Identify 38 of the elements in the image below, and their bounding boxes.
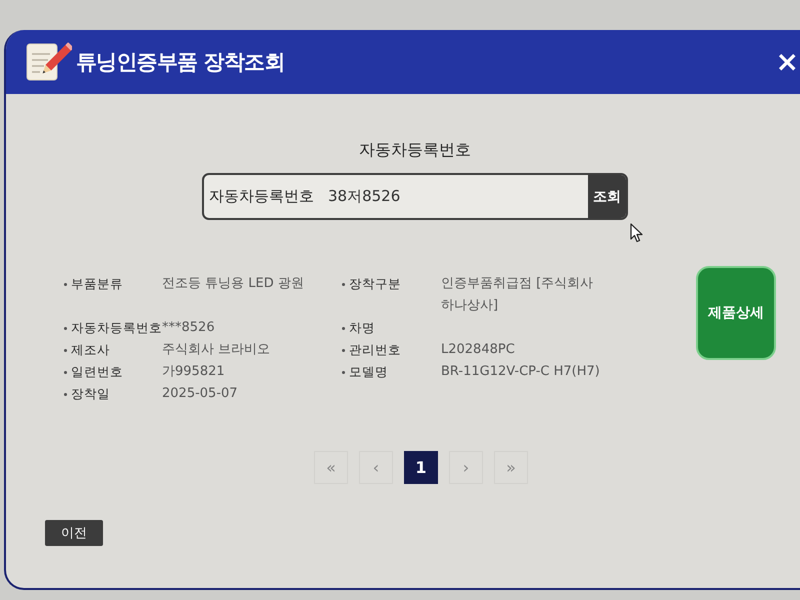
field-value: ***8526 [162, 319, 215, 337]
page-button[interactable]: 1 [404, 451, 438, 484]
bullet-icon [342, 348, 345, 352]
notepad-pencil-icon [26, 42, 72, 82]
close-button[interactable]: × [774, 48, 800, 76]
field-value: 전조등 튜닝용 LED 광원 [162, 275, 304, 293]
plate-number-input[interactable]: 38저8526 [314, 175, 588, 218]
field-label: 자동차등록번호 [71, 319, 162, 337]
field-label: 부품분류 [71, 275, 123, 293]
bullet-icon [342, 326, 345, 330]
product-detail-button[interactable]: 제품상세 [696, 266, 776, 360]
field-value: BR-11G12V-CP-C H7(H7) [441, 363, 600, 381]
bullet-icon [64, 392, 67, 396]
field-label: 장착구분 [349, 275, 401, 293]
field-value: 주식회사 브라비오 [162, 341, 270, 359]
field-value: 2025-05-07 [162, 385, 238, 403]
search-field[interactable]: 자동차등록번호 38저8526 조회 [202, 173, 628, 220]
window-title: 튜닝인증부품 장착조회 [76, 49, 285, 76]
field-label: 차명 [349, 319, 375, 337]
search-heading: 자동차등록번호 [359, 140, 471, 161]
back-button[interactable]: 이전 [45, 520, 103, 546]
field-value: 인증부품취급점 [주식회사 하나상사] [441, 275, 594, 315]
field-label: 일련번호 [71, 363, 123, 381]
field-label: 모델명 [349, 363, 388, 381]
search-button[interactable]: 조회 [588, 175, 626, 218]
bullet-icon [342, 370, 345, 374]
field-value: L202848PC [441, 341, 515, 359]
field-label: 장착일 [71, 385, 110, 403]
bullet-icon [342, 282, 345, 286]
field-label: 제조사 [71, 341, 110, 359]
bullet-icon [64, 370, 67, 374]
bullet-icon [64, 348, 67, 352]
bullet-icon [64, 326, 67, 330]
field-value: 가995821 [162, 363, 225, 381]
mouse-pointer-icon [630, 223, 644, 243]
field-label: 자동차등록번호 [208, 187, 314, 206]
bullet-icon [64, 282, 67, 286]
field-label: 관리번호 [349, 341, 401, 359]
